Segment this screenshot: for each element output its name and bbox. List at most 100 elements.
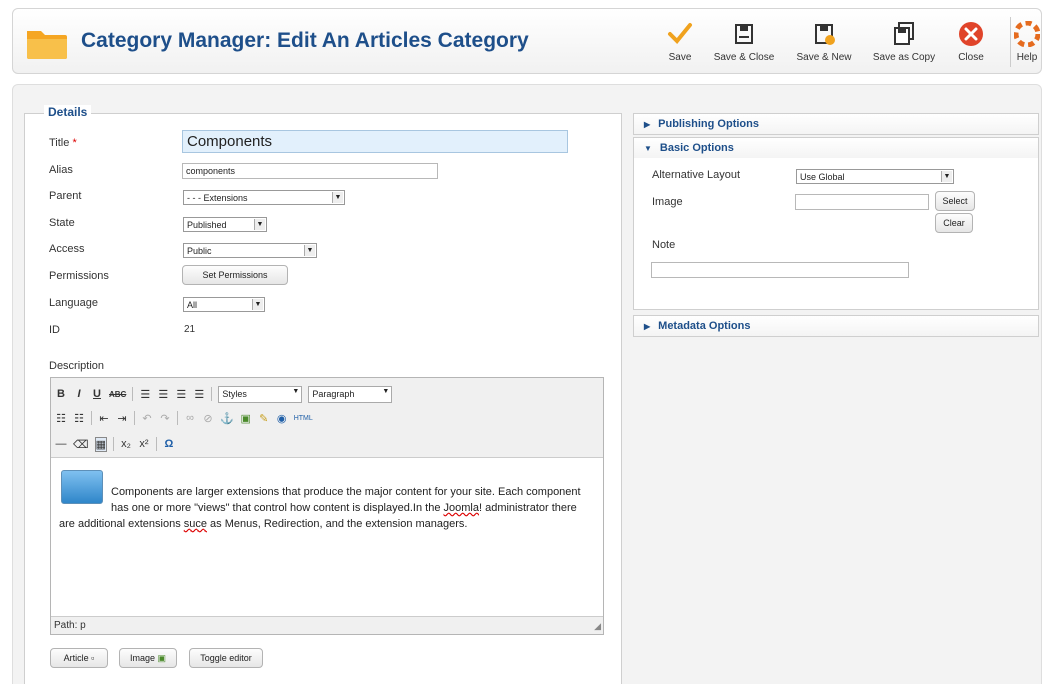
bullet-list-icon[interactable]: ☷ — [55, 412, 67, 425]
clear-button[interactable]: Clear — [935, 213, 973, 233]
special-char-icon[interactable]: Ω — [163, 438, 175, 450]
italic-icon[interactable]: I — [73, 388, 85, 400]
strikethrough-icon[interactable]: ABC — [109, 390, 126, 399]
chevron-down-icon: ▼ — [332, 192, 343, 203]
close-button[interactable]: Close — [953, 17, 989, 69]
select-button[interactable]: Select — [935, 191, 975, 211]
bold-icon[interactable]: B — [55, 388, 67, 400]
publishing-options-header[interactable]: ▶ Publishing Options — [633, 113, 1039, 135]
chevron-down-icon: ▼ — [292, 387, 300, 395]
resize-handle-icon[interactable]: ◢ — [594, 621, 601, 632]
chevron-down-icon: ▼ — [252, 299, 263, 310]
styles-dropdown[interactable]: Styles ▼ — [218, 385, 303, 403]
numbered-list-icon[interactable]: ☷ — [73, 412, 85, 425]
editor-content[interactable]: Components are larger extensions that pr… — [59, 470, 595, 532]
state-select[interactable]: Published ▼ — [183, 217, 267, 232]
editor-path: Path: p — [54, 620, 86, 631]
styles-label: Styles — [222, 388, 247, 399]
format-dropdown[interactable]: Paragraph ▼ — [308, 385, 393, 403]
help-label: Help — [1016, 52, 1038, 63]
components-image — [61, 470, 103, 504]
subscript-icon[interactable]: x₂ — [120, 438, 132, 450]
content-text-3: as Menus, Redirection, and the extension… — [207, 518, 468, 530]
checkmark-icon — [668, 23, 692, 44]
unlink-icon[interactable]: ⊘ — [202, 412, 214, 425]
align-justify-icon[interactable]: ☰ — [193, 388, 205, 401]
alt-layout-value: Use Global — [800, 172, 845, 182]
triangle-right-icon: ▶ — [644, 322, 651, 331]
access-label: Access — [49, 243, 85, 255]
state-label: State — [49, 217, 75, 229]
link-icon[interactable]: ∞ — [184, 412, 196, 424]
redo-icon[interactable]: ↷ — [159, 412, 171, 425]
article-button-label: Article — [63, 653, 89, 663]
save-new-label: Save & New — [796, 52, 852, 63]
publishing-options-label: Publishing Options — [658, 118, 759, 130]
toolbar: Category Manager: Edit An Articles Categ… — [12, 8, 1042, 74]
save-close-button[interactable]: Save & Close — [709, 17, 779, 69]
align-center-icon[interactable]: ☰ — [157, 388, 169, 401]
language-label: Language — [49, 297, 98, 309]
help-button[interactable]: Help — [1013, 17, 1041, 69]
basic-options-header[interactable]: ▼ Basic Options — [633, 137, 1039, 159]
format-label: Paragraph — [312, 388, 355, 399]
visual-aid-icon[interactable]: ▦ — [94, 436, 107, 452]
save-icon — [735, 24, 753, 44]
note-input[interactable] — [651, 262, 909, 278]
access-select[interactable]: Public ▼ — [183, 243, 317, 258]
save-new-button[interactable]: Save & New — [791, 17, 857, 69]
image-icon: ▣ — [157, 653, 167, 663]
align-left-icon[interactable]: ☰ — [139, 388, 151, 401]
toolbar-separator — [91, 411, 92, 425]
help-icon — [1014, 21, 1040, 47]
help-circle-icon[interactable]: ◉ — [276, 412, 288, 425]
toggle-editor-button[interactable]: Toggle editor — [189, 648, 263, 668]
image-input[interactable] — [795, 194, 929, 210]
title-input[interactable]: Components — [182, 130, 568, 153]
article-button[interactable]: Article ▫ — [50, 648, 108, 668]
metadata-options-header[interactable]: ▶ Metadata Options — [633, 315, 1039, 337]
page-title: Category Manager: Edit An Articles Categ… — [81, 29, 529, 52]
folder-icon — [27, 31, 67, 59]
eraser-icon[interactable]: ⌫ — [73, 438, 89, 451]
content-misspelled-2: suce — [183, 518, 207, 530]
set-permissions-button[interactable]: Set Permissions — [182, 265, 288, 285]
image-button-label: Image — [129, 653, 155, 663]
id-value: 21 — [184, 324, 196, 335]
note-label: Note — [652, 239, 676, 251]
save-close-label: Save & Close — [713, 52, 775, 63]
id-label: ID — [49, 324, 60, 336]
access-value: Public — [187, 246, 212, 256]
save-button[interactable]: Save — [663, 17, 697, 69]
image-icon[interactable]: ▣ — [240, 412, 252, 425]
underline-icon[interactable]: U — [91, 388, 103, 400]
superscript-icon[interactable]: x² — [138, 438, 150, 450]
metadata-options-label: Metadata Options — [658, 320, 751, 332]
alias-input[interactable]: components — [182, 163, 438, 179]
anchor-icon[interactable]: ⚓ — [220, 412, 234, 425]
save-copy-button[interactable]: Save as Copy — [869, 17, 939, 69]
description-label: Description — [49, 360, 105, 372]
triangle-down-icon: ▼ — [644, 144, 652, 153]
save-copy-label: Save as Copy — [872, 52, 936, 63]
state-value: Published — [187, 220, 227, 230]
editor-toolbar: B I U ABC ☰ ☰ ☰ ☰ Styles ▼ Paragraph ▼ ☷… — [51, 378, 603, 458]
horizontal-rule-icon[interactable]: — — [55, 438, 67, 450]
align-right-icon[interactable]: ☰ — [175, 388, 187, 401]
image-button[interactable]: Image ▣ — [119, 648, 177, 668]
undo-icon[interactable]: ↶ — [141, 412, 153, 425]
chevron-down-icon: ▼ — [254, 219, 265, 230]
outdent-icon[interactable]: ⇤ — [98, 412, 110, 425]
permissions-label: Permissions — [49, 270, 109, 282]
save-copy-icon — [894, 22, 914, 45]
alt-layout-select[interactable]: Use Global ▼ — [796, 169, 954, 184]
language-select[interactable]: All ▼ — [183, 297, 265, 312]
image-label: Image — [652, 196, 683, 208]
html-icon[interactable]: HTML — [294, 415, 313, 422]
close-icon — [959, 22, 983, 46]
cleanup-icon[interactable]: ✎ — [258, 412, 270, 425]
parent-select[interactable]: - - - Extensions ▼ — [183, 190, 345, 205]
indent-icon[interactable]: ⇥ — [116, 412, 128, 425]
rich-text-editor: B I U ABC ☰ ☰ ☰ ☰ Styles ▼ Paragraph ▼ ☷… — [50, 377, 604, 635]
parent-label: Parent — [49, 190, 82, 202]
